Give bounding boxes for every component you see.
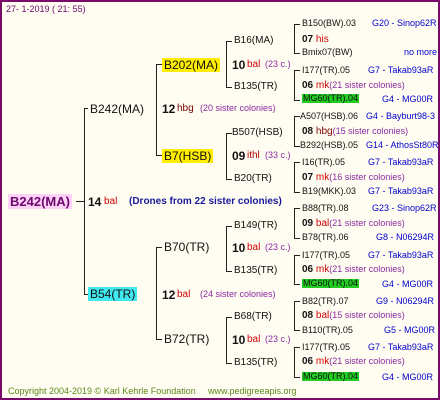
gen4-1[interactable]: B150(BW).03 <box>302 19 356 28</box>
gen4-10[interactable]: B78(TR).06 <box>302 233 349 242</box>
gen2-dd-note: (23 c.) <box>265 334 291 344</box>
gen4-5[interactable]: A507(HSB).06 <box>300 112 358 121</box>
gen3-2-info: 06 mk(21 sister colonies) <box>302 80 405 91</box>
gen4-8[interactable]: B19(MKK).03 <box>302 187 356 196</box>
gen4-5-line: G4 - Bayburt98-3 <box>366 111 436 121</box>
gen3-7[interactable]: B68(TR) <box>234 312 272 322</box>
date-header: 27- 1-2019 ( 21: 55) <box>6 4 86 14</box>
gen4-14-line: G5 - MG00R <box>384 325 436 335</box>
gen4-16-line: G4 - MG00R <box>382 372 434 382</box>
gen4-4-line: G4 - MG00R <box>382 94 434 104</box>
gen1-drone[interactable]: B54(TR) <box>88 287 138 301</box>
gen4-1-line: G20 - Sinop62R <box>372 18 437 28</box>
gen3-6-info: 06 mk(21 sister colonies) <box>302 264 405 275</box>
gen2-dd[interactable]: B72(TR) <box>164 333 209 345</box>
gen4-13[interactable]: B82(TR).07 <box>302 297 349 306</box>
gen3-3[interactable]: B507(HSB) <box>232 128 283 138</box>
pedigree-chart: 27- 1-2019 ( 21: 55) B242(MA) 14 bal (Dr… <box>0 0 440 400</box>
gen4-12-line: G4 - MG00R <box>382 279 434 289</box>
gen4-14[interactable]: B110(TR).05 <box>302 326 353 335</box>
root-queen[interactable]: B242(MA) <box>8 194 72 209</box>
gen4-15-line: G7 - Takab93aR <box>368 342 434 352</box>
gen3-5[interactable]: B149(TR) <box>234 221 277 231</box>
root-gen-label: bal <box>104 196 118 207</box>
gen2-qd-label: ithl <box>247 150 260 161</box>
gen4-6[interactable]: B292(HSB).05 <box>300 141 358 150</box>
gen2-qq-num: 10 <box>232 58 246 72</box>
gen2-qq[interactable]: B202(MA) <box>162 58 221 72</box>
gen2-qq-note: (23 c.) <box>265 59 291 69</box>
gen4-12[interactable]: MG60(TR).04 <box>302 279 360 288</box>
gen2-qq-label: bal <box>247 59 261 70</box>
gen4-4[interactable]: MG60(TR).04 <box>302 94 360 103</box>
gen1-queen-num: 12 <box>162 102 176 116</box>
gen2-qd-note: (33 c.) <box>265 150 291 160</box>
gen2-dd-num: 10 <box>232 333 246 347</box>
gen3-8[interactable]: B135(TR) <box>234 358 277 368</box>
gen4-7-line: G7 - Takab93aR <box>368 157 434 167</box>
gen4-11[interactable]: I177(TR).05 <box>302 251 350 260</box>
gen3-5-info: 09 bal(21 sister colonies) <box>302 218 405 229</box>
gen4-3-line: G7 - Takab93aR <box>368 65 434 75</box>
gen1-drone-note: (24 sister colonies) <box>200 289 276 299</box>
gen3-6[interactable]: B135(TR) <box>234 266 277 276</box>
gen2-qd-num: 09 <box>232 149 246 163</box>
gen4-2[interactable]: Bmix07(BW) <box>302 48 353 57</box>
gen3-3-info: 08 hbg(15 sister colonies) <box>302 126 409 137</box>
gen4-6-line: G14 - AthosSt80R <box>366 140 439 150</box>
website-link[interactable]: www.pedigreeapis.org <box>208 387 297 396</box>
gen3-4[interactable]: B20(TR) <box>234 174 272 184</box>
gen4-9[interactable]: B88(TR).08 <box>302 204 349 213</box>
drones-note: (Drones from 22 sister colonies) <box>129 196 282 207</box>
gen4-2-line: no more <box>404 47 438 57</box>
gen2-dq[interactable]: B70(TR) <box>164 241 209 253</box>
gen3-4-info: 07 mk(16 sister colonies) <box>302 172 405 183</box>
root-gen-num: 14 <box>88 195 102 209</box>
gen4-9-line: G23 - Sinop62R <box>372 203 437 213</box>
gen1-queen-note: (20 sister colonies) <box>200 103 276 113</box>
gen1-queen-label: hbg <box>177 103 194 114</box>
gen4-3[interactable]: I177(TR).05 <box>302 66 350 75</box>
gen4-10-line: G8 - N06294R <box>376 232 435 242</box>
gen1-drone-num: 12 <box>162 288 176 302</box>
gen4-8-line: G7 - Takab93aR <box>368 186 434 196</box>
gen4-11-line: G7 - Takab93aR <box>368 250 434 260</box>
gen4-7[interactable]: I16(TR).05 <box>302 158 345 167</box>
gen2-dq-note: (23 c.) <box>265 242 291 252</box>
gen4-15[interactable]: I177(TR).05 <box>302 343 350 352</box>
copyright: Copyright 2004-2019 © Karl Kehrle Founda… <box>8 386 196 396</box>
gen2-dq-label: bal <box>247 242 261 253</box>
gen3-1-info: 07 his <box>302 34 329 45</box>
gen3-2[interactable]: B135(TR) <box>234 82 277 92</box>
gen3-7-info: 08 bal(15 sister colonies) <box>302 310 405 321</box>
gen1-drone-label: bal <box>177 289 191 300</box>
gen2-qd[interactable]: B7(HSB) <box>162 149 214 163</box>
gen3-8-info: 06 mk(21 sister colonies) <box>302 356 405 367</box>
gen3-1[interactable]: B16(MA) <box>234 36 273 46</box>
gen2-dd-label: bal <box>247 334 261 345</box>
gen1-queen[interactable]: B242(MA) <box>90 103 144 115</box>
gen2-dq-num: 10 <box>232 241 246 255</box>
gen4-13-line: G9 - N06294R <box>376 296 435 306</box>
gen4-16[interactable]: MG60(TR).04 <box>302 372 360 381</box>
